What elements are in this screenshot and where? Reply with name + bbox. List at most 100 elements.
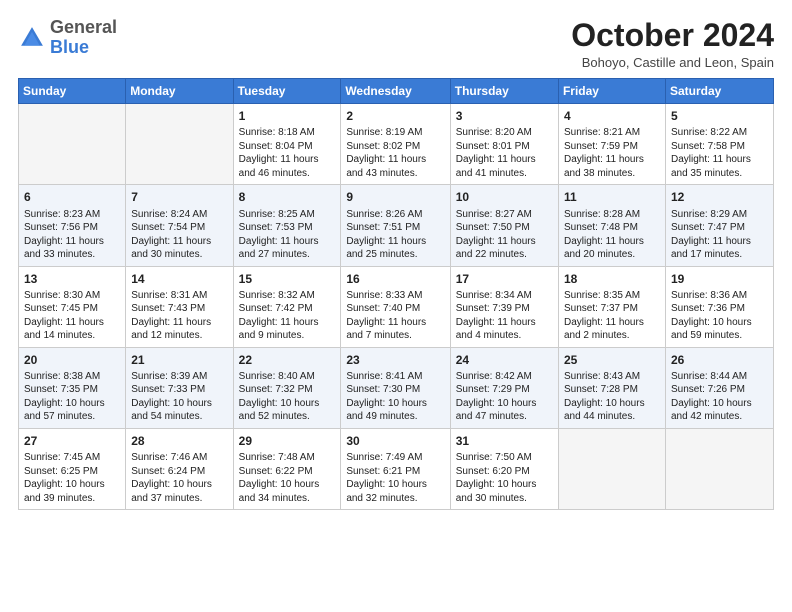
calendar-cell: 7Sunrise: 8:24 AMSunset: 7:54 PMDaylight… (126, 185, 233, 266)
calendar-header-row: SundayMondayTuesdayWednesdayThursdayFrid… (19, 79, 774, 104)
day-number: 12 (671, 189, 768, 205)
day-info-line: Sunrise: 7:45 AM (24, 451, 120, 465)
day-info-line: Daylight: 11 hours and 30 minutes. (131, 235, 227, 262)
day-info-line: Daylight: 10 hours and 49 minutes. (346, 397, 444, 424)
day-info-line: Daylight: 11 hours and 7 minutes. (346, 316, 444, 343)
calendar-cell: 12Sunrise: 8:29 AMSunset: 7:47 PMDayligh… (665, 185, 773, 266)
day-info-line: Daylight: 11 hours and 14 minutes. (24, 316, 120, 343)
day-info-line: Daylight: 10 hours and 59 minutes. (671, 316, 768, 343)
day-info-line: Sunrise: 8:25 AM (239, 208, 336, 222)
day-info-line: Sunset: 7:36 PM (671, 302, 768, 316)
day-number: 17 (456, 271, 553, 287)
day-info-line: Sunset: 6:20 PM (456, 465, 553, 479)
day-info-line: Sunset: 7:54 PM (131, 221, 227, 235)
day-info-line: Daylight: 11 hours and 33 minutes. (24, 235, 120, 262)
day-info-line: Daylight: 10 hours and 42 minutes. (671, 397, 768, 424)
day-info-line: Sunrise: 8:31 AM (131, 289, 227, 303)
day-info-line: Daylight: 11 hours and 27 minutes. (239, 235, 336, 262)
calendar-cell: 23Sunrise: 8:41 AMSunset: 7:30 PMDayligh… (341, 347, 450, 428)
calendar-cell: 17Sunrise: 8:34 AMSunset: 7:39 PMDayligh… (450, 266, 558, 347)
day-info-line: Sunrise: 8:41 AM (346, 370, 444, 384)
day-number: 23 (346, 352, 444, 368)
header-thursday: Thursday (450, 79, 558, 104)
day-info-line: Sunset: 7:40 PM (346, 302, 444, 316)
logo-general: General (50, 17, 117, 37)
calendar-cell: 29Sunrise: 7:48 AMSunset: 6:22 PMDayligh… (233, 428, 341, 509)
day-info-line: Daylight: 11 hours and 25 minutes. (346, 235, 444, 262)
day-info-line: Sunset: 6:24 PM (131, 465, 227, 479)
day-info-line: Sunrise: 8:22 AM (671, 126, 768, 140)
title-block: October 2024 Bohoyo, Castille and Leon, … (571, 18, 774, 70)
calendar-cell: 4Sunrise: 8:21 AMSunset: 7:59 PMDaylight… (558, 104, 665, 185)
day-number: 3 (456, 108, 553, 124)
calendar-cell: 1Sunrise: 8:18 AMSunset: 8:04 PMDaylight… (233, 104, 341, 185)
calendar-cell: 26Sunrise: 8:44 AMSunset: 7:26 PMDayligh… (665, 347, 773, 428)
day-info-line: Daylight: 10 hours and 57 minutes. (24, 397, 120, 424)
day-info-line: Daylight: 10 hours and 44 minutes. (564, 397, 660, 424)
day-info-line: Sunset: 7:47 PM (671, 221, 768, 235)
day-number: 14 (131, 271, 227, 287)
day-info-line: Sunrise: 8:42 AM (456, 370, 553, 384)
day-info-line: Sunset: 7:32 PM (239, 383, 336, 397)
day-info-line: Sunset: 7:35 PM (24, 383, 120, 397)
calendar-cell: 21Sunrise: 8:39 AMSunset: 7:33 PMDayligh… (126, 347, 233, 428)
header-friday: Friday (558, 79, 665, 104)
day-number: 9 (346, 189, 444, 205)
logo-blue: Blue (50, 37, 89, 57)
day-info-line: Sunset: 7:28 PM (564, 383, 660, 397)
day-info-line: Sunrise: 8:23 AM (24, 208, 120, 222)
day-info-line: Sunset: 7:50 PM (456, 221, 553, 235)
day-info-line: Sunset: 7:53 PM (239, 221, 336, 235)
day-number: 16 (346, 271, 444, 287)
day-info-line: Sunrise: 8:21 AM (564, 126, 660, 140)
day-info-line: Daylight: 10 hours and 52 minutes. (239, 397, 336, 424)
day-info-line: Sunrise: 8:30 AM (24, 289, 120, 303)
day-number: 10 (456, 189, 553, 205)
calendar-cell: 5Sunrise: 8:22 AMSunset: 7:58 PMDaylight… (665, 104, 773, 185)
calendar-cell: 25Sunrise: 8:43 AMSunset: 7:28 PMDayligh… (558, 347, 665, 428)
logo-text: General Blue (50, 18, 117, 58)
day-number: 24 (456, 352, 553, 368)
day-number: 21 (131, 352, 227, 368)
calendar-cell: 30Sunrise: 7:49 AMSunset: 6:21 PMDayligh… (341, 428, 450, 509)
calendar-cell: 28Sunrise: 7:46 AMSunset: 6:24 PMDayligh… (126, 428, 233, 509)
day-info-line: Daylight: 10 hours and 30 minutes. (456, 478, 553, 505)
day-info-line: Sunset: 8:01 PM (456, 140, 553, 154)
subtitle: Bohoyo, Castille and Leon, Spain (571, 55, 774, 70)
day-info-line: Sunrise: 8:44 AM (671, 370, 768, 384)
day-info-line: Daylight: 11 hours and 9 minutes. (239, 316, 336, 343)
day-info-line: Sunset: 7:42 PM (239, 302, 336, 316)
calendar-cell: 31Sunrise: 7:50 AMSunset: 6:20 PMDayligh… (450, 428, 558, 509)
day-info-line: Sunrise: 7:49 AM (346, 451, 444, 465)
calendar-cell: 27Sunrise: 7:45 AMSunset: 6:25 PMDayligh… (19, 428, 126, 509)
logo: General Blue (18, 18, 117, 58)
day-info-line: Daylight: 11 hours and 46 minutes. (239, 153, 336, 180)
day-info-line: Sunrise: 8:18 AM (239, 126, 336, 140)
day-number: 5 (671, 108, 768, 124)
day-info-line: Sunset: 7:39 PM (456, 302, 553, 316)
day-info-line: Sunrise: 8:36 AM (671, 289, 768, 303)
day-number: 28 (131, 433, 227, 449)
day-info-line: Sunrise: 7:48 AM (239, 451, 336, 465)
day-info-line: Daylight: 11 hours and 43 minutes. (346, 153, 444, 180)
day-info-line: Sunrise: 8:28 AM (564, 208, 660, 222)
calendar-cell (558, 428, 665, 509)
day-info-line: Daylight: 10 hours and 39 minutes. (24, 478, 120, 505)
calendar-cell: 9Sunrise: 8:26 AMSunset: 7:51 PMDaylight… (341, 185, 450, 266)
week-row-2: 6Sunrise: 8:23 AMSunset: 7:56 PMDaylight… (19, 185, 774, 266)
day-info-line: Daylight: 11 hours and 41 minutes. (456, 153, 553, 180)
calendar-cell (19, 104, 126, 185)
calendar-cell: 20Sunrise: 8:38 AMSunset: 7:35 PMDayligh… (19, 347, 126, 428)
header-sunday: Sunday (19, 79, 126, 104)
week-row-1: 1Sunrise: 8:18 AMSunset: 8:04 PMDaylight… (19, 104, 774, 185)
day-number: 15 (239, 271, 336, 287)
day-number: 18 (564, 271, 660, 287)
logo-icon (18, 24, 46, 52)
day-info-line: Sunset: 6:21 PM (346, 465, 444, 479)
day-info-line: Sunset: 7:26 PM (671, 383, 768, 397)
day-info-line: Daylight: 11 hours and 22 minutes. (456, 235, 553, 262)
day-info-line: Daylight: 11 hours and 35 minutes. (671, 153, 768, 180)
day-info-line: Daylight: 11 hours and 2 minutes. (564, 316, 660, 343)
day-number: 8 (239, 189, 336, 205)
calendar-cell: 11Sunrise: 8:28 AMSunset: 7:48 PMDayligh… (558, 185, 665, 266)
